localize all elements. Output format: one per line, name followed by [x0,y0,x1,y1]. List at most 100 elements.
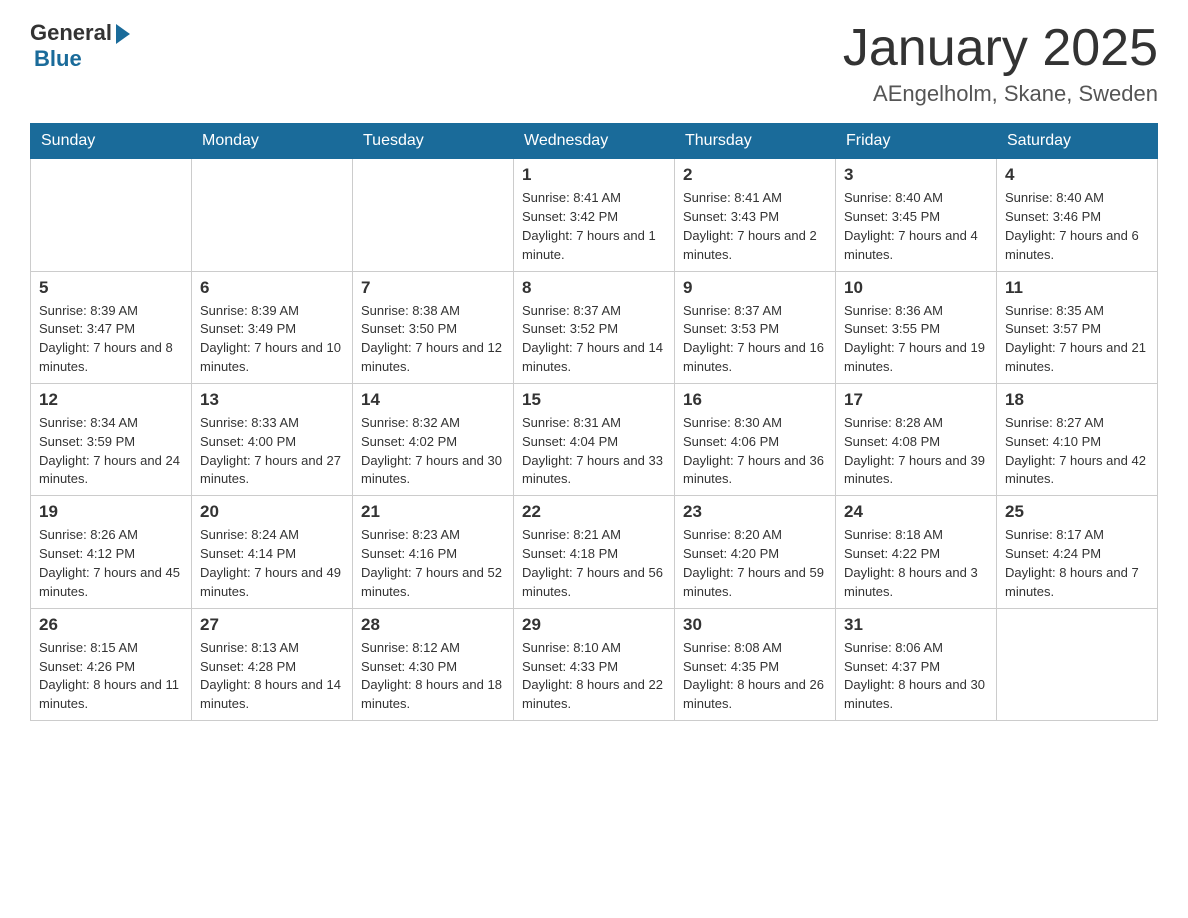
day-number: 22 [522,502,666,522]
day-number: 29 [522,615,666,635]
logo: General Blue [30,20,130,72]
day-number: 18 [1005,390,1149,410]
calendar-cell-1-2: 7Sunrise: 8:38 AMSunset: 3:50 PMDaylight… [353,271,514,383]
calendar-cell-2-3: 15 Sunrise: 8:31 AMSunset: 4:04 PMDayligh… [514,383,675,495]
day-number: 1 [522,165,666,185]
day-number: 5 [39,278,183,298]
day-number: 2 [683,165,827,185]
week-row-5: 26 Sunrise: 8:15 AMSunset: 4:26 PMDayligh… [31,608,1158,720]
day-info: Sunrise: 8:23 AMSunset: 4:16 PMDaylight:… [361,526,505,601]
day-info: Sunrise: 8:10 AMSunset: 4:33 PMDaylight:… [522,639,666,714]
calendar-cell-3-3: 22 Sunrise: 8:21 AMSunset: 4:18 PMDayligh… [514,496,675,608]
day-info: Sunrise: 8:41 AMSunset: 3:42 PMDaylight:… [522,189,666,264]
col-header-friday: Friday [836,124,997,159]
day-number: 8 [522,278,666,298]
calendar-cell-3-1: 20Sunrise: 8:24 AMSunset: 4:14 PMDayligh… [192,496,353,608]
col-header-thursday: Thursday [675,124,836,159]
calendar-cell-1-0: 5 Sunrise: 8:39 AMSunset: 3:47 PMDaylight… [31,271,192,383]
day-info: Sunrise: 8:34 AMSunset: 3:59 PMDaylight:… [39,414,183,489]
day-number: 16 [683,390,827,410]
calendar-cell-0-3: 1 Sunrise: 8:41 AMSunset: 3:42 PMDaylight… [514,159,675,271]
day-number: 9 [683,278,827,298]
logo-general-text: General [30,20,112,46]
day-number: 13 [200,390,344,410]
day-info: Sunrise: 8:39 AMSunset: 3:47 PMDaylight:… [39,302,183,377]
day-info: Sunrise: 8:06 AMSunset: 4:37 PMDaylight:… [844,639,988,714]
calendar-cell-4-6 [997,608,1158,720]
day-info: Sunrise: 8:17 AMSunset: 4:24 PMDaylight:… [1005,526,1149,601]
calendar-cell-4-3: 29 Sunrise: 8:10 AMSunset: 4:33 PMDayligh… [514,608,675,720]
calendar-cell-0-6: 4 Sunrise: 8:40 AMSunset: 3:46 PMDaylight… [997,159,1158,271]
calendar-cell-1-1: 6 Sunrise: 8:39 AMSunset: 3:49 PMDaylight… [192,271,353,383]
col-header-monday: Monday [192,124,353,159]
day-info: Sunrise: 8:12 AMSunset: 4:30 PMDaylight:… [361,639,505,714]
day-info: Sunrise: 8:35 AMSunset: 3:57 PMDaylight:… [1005,302,1149,377]
calendar-cell-2-6: 18 Sunrise: 8:27 AMSunset: 4:10 PMDayligh… [997,383,1158,495]
calendar-cell-2-1: 13 Sunrise: 8:33 AMSunset: 4:00 PMDayligh… [192,383,353,495]
calendar-table: Sunday Monday Tuesday Wednesday Thursday… [30,123,1158,721]
day-info: Sunrise: 8:37 AMSunset: 3:52 PMDaylight:… [522,302,666,377]
day-info: Sunrise: 8:40 AMSunset: 3:46 PMDaylight:… [1005,189,1149,264]
calendar-cell-3-2: 21 Sunrise: 8:23 AMSunset: 4:16 PMDayligh… [353,496,514,608]
day-number: 11 [1005,278,1149,298]
page-subtitle: AEngelholm, Skane, Sweden [843,81,1158,107]
day-number: 6 [200,278,344,298]
calendar-cell-4-5: 31 Sunrise: 8:06 AMSunset: 4:37 PMDayligh… [836,608,997,720]
day-number: 21 [361,502,505,522]
day-info: Sunrise: 8:08 AMSunset: 4:35 PMDaylight:… [683,639,827,714]
week-row-2: 5 Sunrise: 8:39 AMSunset: 3:47 PMDaylight… [31,271,1158,383]
week-row-4: 19Sunrise: 8:26 AMSunset: 4:12 PMDayligh… [31,496,1158,608]
day-number: 4 [1005,165,1149,185]
calendar-cell-0-2 [353,159,514,271]
day-number: 27 [200,615,344,635]
day-number: 23 [683,502,827,522]
day-number: 17 [844,390,988,410]
calendar-cell-2-4: 16Sunrise: 8:30 AMSunset: 4:06 PMDayligh… [675,383,836,495]
day-info: Sunrise: 8:21 AMSunset: 4:18 PMDaylight:… [522,526,666,601]
day-info: Sunrise: 8:33 AMSunset: 4:00 PMDaylight:… [200,414,344,489]
logo-arrow-icon [116,24,130,44]
calendar-cell-1-3: 8 Sunrise: 8:37 AMSunset: 3:52 PMDaylight… [514,271,675,383]
col-header-tuesday: Tuesday [353,124,514,159]
calendar-cell-1-5: 10Sunrise: 8:36 AMSunset: 3:55 PMDayligh… [836,271,997,383]
calendar-cell-0-5: 3Sunrise: 8:40 AMSunset: 3:45 PMDaylight… [836,159,997,271]
col-header-saturday: Saturday [997,124,1158,159]
day-info: Sunrise: 8:15 AMSunset: 4:26 PMDaylight:… [39,639,183,714]
calendar-cell-3-0: 19Sunrise: 8:26 AMSunset: 4:12 PMDayligh… [31,496,192,608]
week-row-1: 1 Sunrise: 8:41 AMSunset: 3:42 PMDaylight… [31,159,1158,271]
col-header-sunday: Sunday [31,124,192,159]
day-number: 12 [39,390,183,410]
page-header: General Blue January 2025 AEngelholm, Sk… [30,20,1158,107]
calendar-cell-0-4: 2 Sunrise: 8:41 AMSunset: 3:43 PMDaylight… [675,159,836,271]
day-number: 24 [844,502,988,522]
calendar-cell-4-2: 28 Sunrise: 8:12 AMSunset: 4:30 PMDayligh… [353,608,514,720]
calendar-cell-3-4: 23 Sunrise: 8:20 AMSunset: 4:20 PMDayligh… [675,496,836,608]
day-number: 30 [683,615,827,635]
calendar-cell-4-4: 30 Sunrise: 8:08 AMSunset: 4:35 PMDayligh… [675,608,836,720]
day-info: Sunrise: 8:31 AMSunset: 4:04 PMDaylight:… [522,414,666,489]
day-number: 15 [522,390,666,410]
day-info: Sunrise: 8:39 AMSunset: 3:49 PMDaylight:… [200,302,344,377]
day-number: 28 [361,615,505,635]
day-info: Sunrise: 8:38 AMSunset: 3:50 PMDaylight:… [361,302,505,377]
calendar-cell-2-2: 14 Sunrise: 8:32 AMSunset: 4:02 PMDayligh… [353,383,514,495]
day-info: Sunrise: 8:28 AMSunset: 4:08 PMDaylight:… [844,414,988,489]
day-info: Sunrise: 8:18 AMSunset: 4:22 PMDaylight:… [844,526,988,601]
day-info: Sunrise: 8:41 AMSunset: 3:43 PMDaylight:… [683,189,827,264]
day-info: Sunrise: 8:13 AMSunset: 4:28 PMDaylight:… [200,639,344,714]
day-info: Sunrise: 8:27 AMSunset: 4:10 PMDaylight:… [1005,414,1149,489]
calendar-cell-1-6: 11 Sunrise: 8:35 AMSunset: 3:57 PMDayligh… [997,271,1158,383]
day-number: 26 [39,615,183,635]
day-info: Sunrise: 8:20 AMSunset: 4:20 PMDaylight:… [683,526,827,601]
title-block: January 2025 AEngelholm, Skane, Sweden [843,20,1158,107]
day-number: 14 [361,390,505,410]
calendar-cell-4-1: 27 Sunrise: 8:13 AMSunset: 4:28 PMDayligh… [192,608,353,720]
day-info: Sunrise: 8:32 AMSunset: 4:02 PMDaylight:… [361,414,505,489]
day-number: 31 [844,615,988,635]
day-number: 10 [844,278,988,298]
week-row-3: 12 Sunrise: 8:34 AMSunset: 3:59 PMDayligh… [31,383,1158,495]
page-title: January 2025 [843,20,1158,77]
calendar-cell-2-5: 17 Sunrise: 8:28 AMSunset: 4:08 PMDayligh… [836,383,997,495]
calendar-cell-4-0: 26 Sunrise: 8:15 AMSunset: 4:26 PMDayligh… [31,608,192,720]
calendar-cell-2-0: 12 Sunrise: 8:34 AMSunset: 3:59 PMDayligh… [31,383,192,495]
